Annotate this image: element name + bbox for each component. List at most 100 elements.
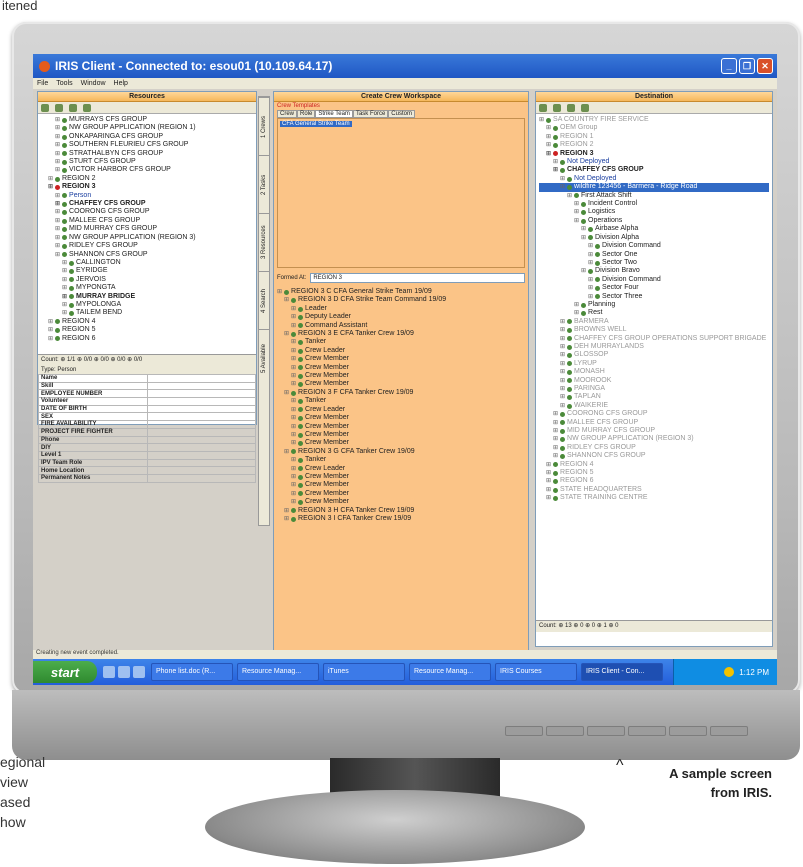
form-field-value[interactable]: [146, 397, 256, 406]
tree-node[interactable]: ⊞ Crew Member: [277, 481, 525, 489]
tree-node[interactable]: ⊞ GLOSSOP: [539, 351, 769, 359]
tree-node[interactable]: ⊞ REGION 4: [41, 318, 253, 326]
expand-icon[interactable]: ⊞: [588, 293, 593, 301]
expand-icon[interactable]: ⊞: [560, 335, 565, 343]
expand-icon[interactable]: ⊞: [291, 364, 296, 372]
expand-icon[interactable]: ⊞: [284, 507, 289, 515]
expand-icon[interactable]: ⊞: [574, 200, 579, 208]
refresh-icon[interactable]: [41, 103, 49, 112]
expand-icon[interactable]: ⊞: [55, 251, 60, 259]
tree-node[interactable]: ⊞ BROWNS WELL: [539, 326, 769, 334]
expand-icon[interactable]: ⊞: [48, 326, 53, 334]
expand-icon[interactable]: ⊞: [546, 141, 551, 149]
expand-icon[interactable]: ⊞: [291, 439, 296, 447]
tree-node[interactable]: ⊞ WAIKERIE: [539, 402, 769, 410]
tree-node[interactable]: ⊞ Not Deployed: [539, 158, 769, 166]
tree-node[interactable]: ⊞ Person: [41, 192, 253, 200]
expand-icon[interactable]: ⊞: [560, 402, 565, 410]
tree-node[interactable]: ⊞ REGION 5: [539, 469, 769, 477]
expand-icon[interactable]: ⊞: [291, 347, 296, 355]
tree-node[interactable]: ⊞ MONASH: [539, 368, 769, 376]
form-field-value[interactable]: [146, 427, 256, 437]
form-field-value[interactable]: [146, 404, 256, 414]
tree-node[interactable]: ⊞ Command Assistant: [277, 322, 525, 330]
tree-node[interactable]: ⊞ TAPLAN: [539, 393, 769, 401]
expand-icon[interactable]: ⊞: [62, 259, 67, 267]
expand-icon[interactable]: ⊞: [284, 330, 289, 338]
tree-node[interactable]: ⊞ Tanker: [277, 338, 525, 346]
crew-tree[interactable]: ⊞ REGION 3 C CFA General Strike Team 19/0…: [274, 286, 528, 616]
expand-icon[interactable]: ⊞: [284, 389, 289, 397]
expand-icon[interactable]: ⊞: [291, 338, 296, 346]
tree-node[interactable]: ⊞ STRATHALBYN CFS GROUP: [41, 150, 253, 158]
tree-node[interactable]: ⊞ CALLINGTON: [41, 259, 253, 267]
expand-icon[interactable]: ⊞: [581, 267, 586, 275]
tree-node[interactable]: ⊞ Crew Member: [277, 490, 525, 498]
tree-node[interactable]: ⊞ NW GROUP APPLICATION (REGION 3): [41, 234, 253, 242]
destination-tree[interactable]: ⊞ SA COUNTRY FIRE SERVICE ⊞ OEM Group ⊞ REGIO…: [536, 114, 772, 620]
tree-node[interactable]: ⊞ PARINGA: [539, 385, 769, 393]
tree-node[interactable]: ⊞ REGION 3 D CFA Strike Team Command 19/0…: [277, 296, 525, 304]
tree-node[interactable]: ⊞ Division Bravo: [539, 267, 769, 275]
taskbar-task[interactable]: IRIS Courses: [495, 663, 577, 681]
remove-icon[interactable]: [83, 103, 91, 112]
minimize-icon[interactable]: _: [721, 58, 737, 74]
tree-node[interactable]: ⊞ Crew Member: [277, 498, 525, 506]
expand-icon[interactable]: ⊞: [588, 284, 593, 292]
expand-icon[interactable]: ⊞: [560, 393, 565, 401]
tree-node[interactable]: ⊞ STATE HEADQUARTERS: [539, 486, 769, 494]
expand-icon[interactable]: ⊞: [291, 456, 296, 464]
form-field-value[interactable]: [146, 466, 256, 475]
tree-node[interactable]: ⊞ CHAFFEY CFS GROUP: [41, 200, 253, 208]
tree-node[interactable]: ⊞ wildfire 123456 - Barmera - Ridge Road: [539, 183, 769, 192]
expand-icon[interactable]: ⊞: [546, 469, 551, 477]
tree-node[interactable]: ⊞ Division Command: [539, 276, 769, 284]
refresh-icon[interactable]: [539, 103, 547, 112]
expand-icon[interactable]: ⊞: [55, 166, 60, 174]
form-field-value[interactable]: [146, 458, 256, 468]
vertical-tab[interactable]: 4 Search: [259, 271, 270, 329]
tree-node[interactable]: ⊞ MURRAY BRIDGE: [41, 293, 253, 301]
expand-icon[interactable]: ⊞: [284, 296, 289, 304]
tree-node[interactable]: ⊞ ONKAPARINGA CFS GROUP: [41, 133, 253, 141]
tree-node[interactable]: ⊞ REGION 3 C CFA General Strike Team 19/0…: [277, 288, 525, 296]
tree-node[interactable]: ⊞ Division Command: [539, 242, 769, 250]
expand-icon[interactable]: ⊞: [581, 234, 586, 242]
expand-icon[interactable]: ⊞: [62, 267, 67, 275]
tree-node[interactable]: ⊞ REGION 3 G CFA Tanker Crew 19/09: [277, 448, 525, 456]
expand-icon[interactable]: ⊞: [588, 242, 593, 250]
add-icon[interactable]: [567, 103, 575, 112]
filter-icon[interactable]: [55, 103, 63, 112]
expand-icon[interactable]: ⊞: [546, 133, 551, 141]
expand-icon[interactable]: ⊞: [546, 461, 551, 469]
expand-icon[interactable]: ⊞: [55, 225, 60, 233]
expand-icon[interactable]: ⊞: [62, 309, 67, 317]
tree-node[interactable]: ⊞ Crew Member: [277, 431, 525, 439]
tree-node[interactable]: ⊞ Logistics: [539, 208, 769, 216]
template-tab[interactable]: Crew: [277, 110, 298, 118]
form-field-value[interactable]: [146, 374, 256, 383]
expand-icon[interactable]: ⊞: [277, 288, 282, 296]
tree-node[interactable]: ⊞ DEH MURRAYLANDS: [539, 343, 769, 351]
tree-node[interactable]: ⊞ MID MURRAY CFS GROUP: [539, 427, 769, 435]
vertical-tab[interactable]: 5 Available: [259, 329, 270, 387]
add-icon[interactable]: [69, 103, 77, 112]
expand-icon[interactable]: ⊞: [553, 419, 558, 427]
expand-icon[interactable]: ⊞: [574, 208, 579, 216]
expand-icon[interactable]: ⊞: [62, 301, 67, 309]
tree-node[interactable]: ⊞ BARMERA: [539, 318, 769, 326]
tree-node[interactable]: ⊞ Deputy Leader: [277, 313, 525, 321]
tree-node[interactable]: ⊞ REGION 1: [539, 133, 769, 141]
expand-icon[interactable]: ⊞: [55, 141, 60, 149]
expand-icon[interactable]: ⊞: [48, 183, 53, 191]
expand-icon[interactable]: ⊞: [574, 301, 579, 309]
expand-icon[interactable]: ⊞: [546, 494, 551, 502]
template-item[interactable]: CFA General Strike Team: [280, 121, 352, 127]
tree-node[interactable]: ⊞ Rest: [539, 309, 769, 317]
tree-node[interactable]: ⊞ Crew Leader: [277, 406, 525, 414]
tree-node[interactable]: ⊞ Crew Member: [277, 423, 525, 431]
expand-icon[interactable]: ⊞: [55, 234, 60, 242]
form-field-value[interactable]: [146, 381, 256, 391]
expand-icon[interactable]: ⊞: [291, 490, 296, 498]
expand-icon[interactable]: ⊞: [291, 431, 296, 439]
